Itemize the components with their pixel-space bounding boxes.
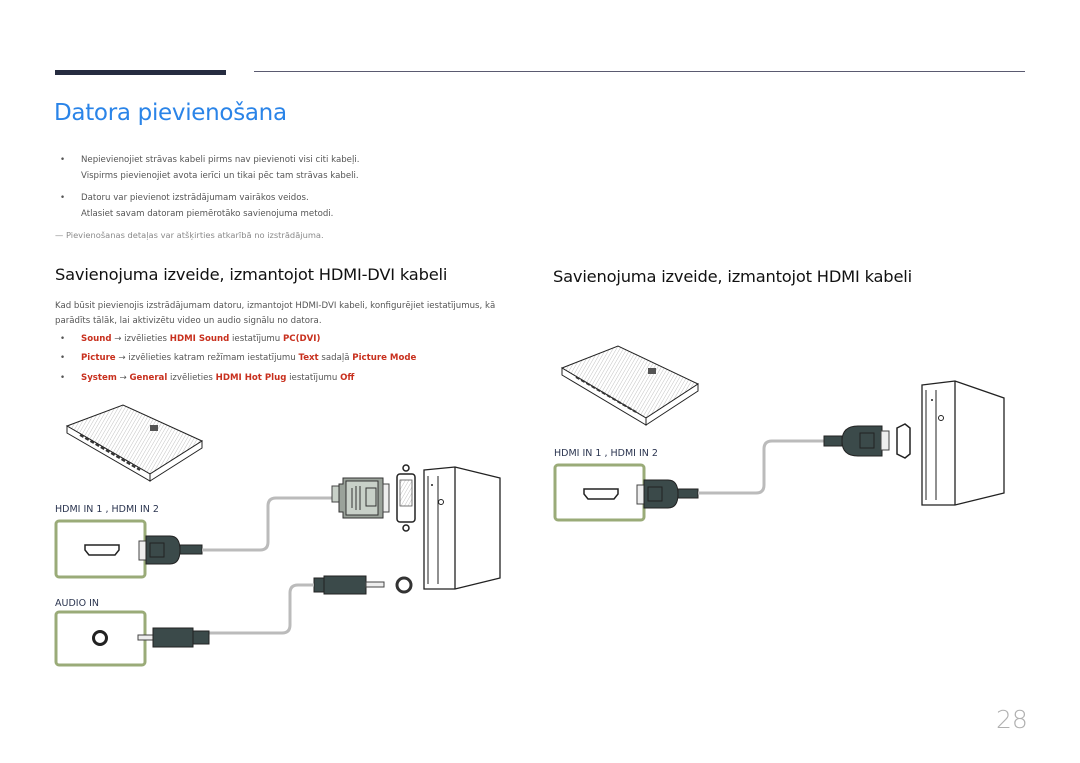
audio-plug-icon (313, 575, 385, 595)
dvi-plug-icon (331, 477, 390, 519)
audio-out-port-icon (395, 576, 413, 594)
hdmi-dvi-cable (202, 496, 332, 552)
display-device-icon (560, 345, 700, 426)
hdmi-port-icon (583, 488, 619, 500)
pc-tower-icon (423, 466, 501, 590)
hdmi-plug-icon (636, 479, 699, 509)
connection-diagrams (54, 345, 1005, 667)
audio-plug-icon (137, 627, 210, 648)
audio-in-port-icon (92, 630, 108, 646)
pc-tower-icon (921, 380, 1005, 506)
display-device-icon (65, 404, 204, 482)
audio-cable (208, 583, 314, 635)
hdmi-out-port-icon (896, 423, 911, 459)
hdmi-plug-icon (138, 535, 203, 565)
hdmi-cable (698, 439, 826, 495)
dvi-port-icon (396, 464, 416, 532)
page-number: 28 (996, 705, 1028, 734)
hdmi-plug-icon (823, 425, 890, 457)
hdmi-port-icon (84, 544, 120, 556)
